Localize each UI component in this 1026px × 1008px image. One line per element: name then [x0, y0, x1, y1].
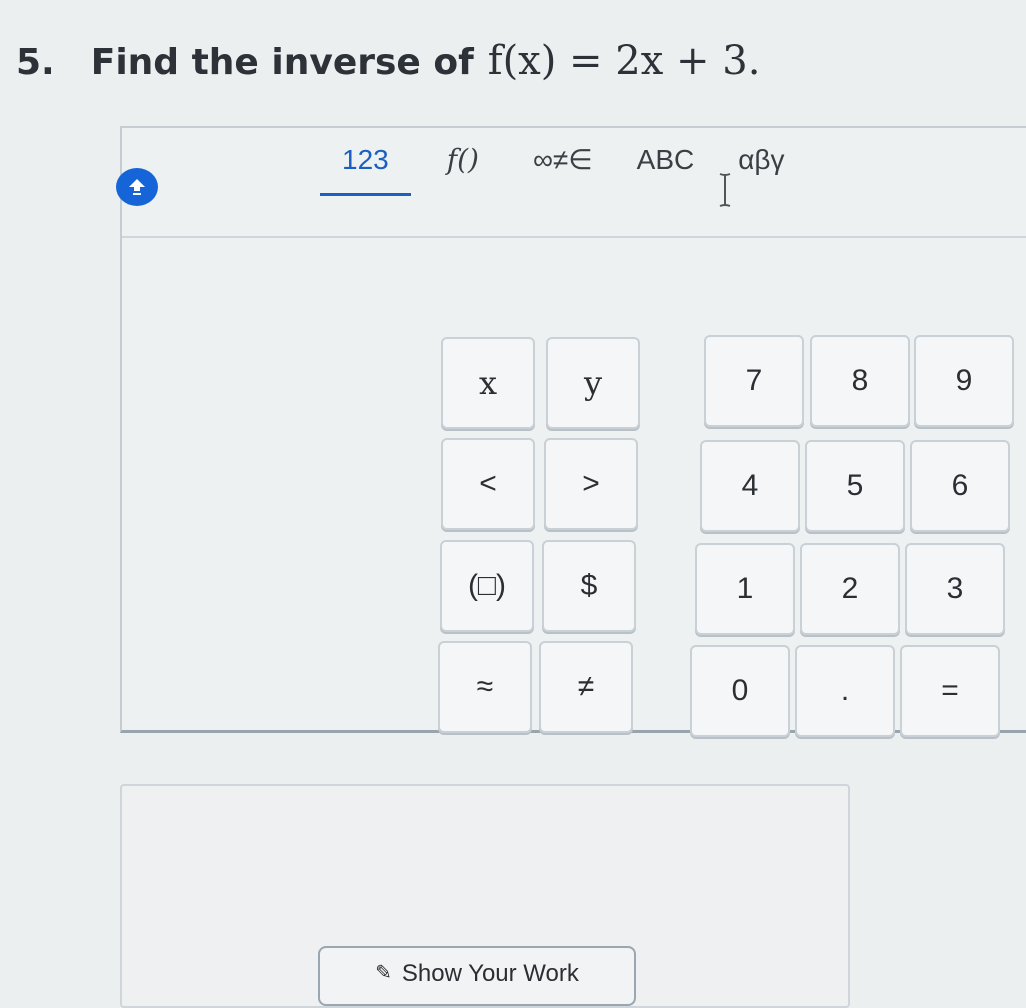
key-equals[interactable]: = — [900, 645, 1000, 737]
key-5[interactable]: 5 — [805, 440, 905, 532]
tab-abc[interactable]: ABC — [615, 138, 717, 188]
key-y[interactable]: y — [546, 337, 640, 429]
key-decimal[interactable]: . — [795, 645, 895, 737]
key-approx[interactable]: ≈ — [438, 641, 532, 733]
question-prompt: 5. Find the inverse of f(x) = 2x + 3. — [16, 38, 760, 84]
keyboard-up-icon — [129, 179, 145, 195]
key-6[interactable]: 6 — [910, 440, 1010, 532]
key-4[interactable]: 4 — [700, 440, 800, 532]
tab-greek[interactable]: αβγ — [716, 138, 806, 188]
key-greater-than[interactable]: > — [544, 438, 638, 530]
key-0[interactable]: 0 — [690, 645, 790, 737]
keyboard-toggle-button[interactable] — [116, 168, 158, 206]
key-8[interactable]: 8 — [810, 335, 910, 427]
question-expression: f(x) = 2x + 3. — [487, 38, 761, 84]
key-3[interactable]: 3 — [905, 543, 1005, 635]
question-number: 5. — [16, 42, 55, 83]
tab-123[interactable]: 123 — [320, 138, 411, 196]
key-2[interactable]: 2 — [800, 543, 900, 635]
tab-symbols[interactable]: ∞≠∈ — [511, 138, 615, 188]
key-1[interactable]: 1 — [695, 543, 795, 635]
question-text: Find the inverse of — [90, 42, 474, 83]
key-dollar[interactable]: $ — [542, 540, 636, 632]
key-not-equal[interactable]: ≠ — [539, 641, 633, 733]
key-parentheses[interactable]: (□) — [440, 540, 534, 632]
key-7[interactable]: 7 — [704, 335, 804, 427]
tab-functions[interactable]: f() — [425, 138, 501, 188]
show-work-button[interactable]: ✎ Show Your Work — [318, 946, 636, 1006]
key-less-than[interactable]: < — [441, 438, 535, 530]
key-x[interactable]: x — [441, 337, 535, 429]
keypad-tabs: 123 f() ∞≠∈ ABC αβγ — [320, 138, 807, 196]
pencil-icon: ✎ — [375, 962, 392, 984]
show-work-label: Show Your Work — [401, 960, 579, 987]
key-9[interactable]: 9 — [914, 335, 1014, 427]
